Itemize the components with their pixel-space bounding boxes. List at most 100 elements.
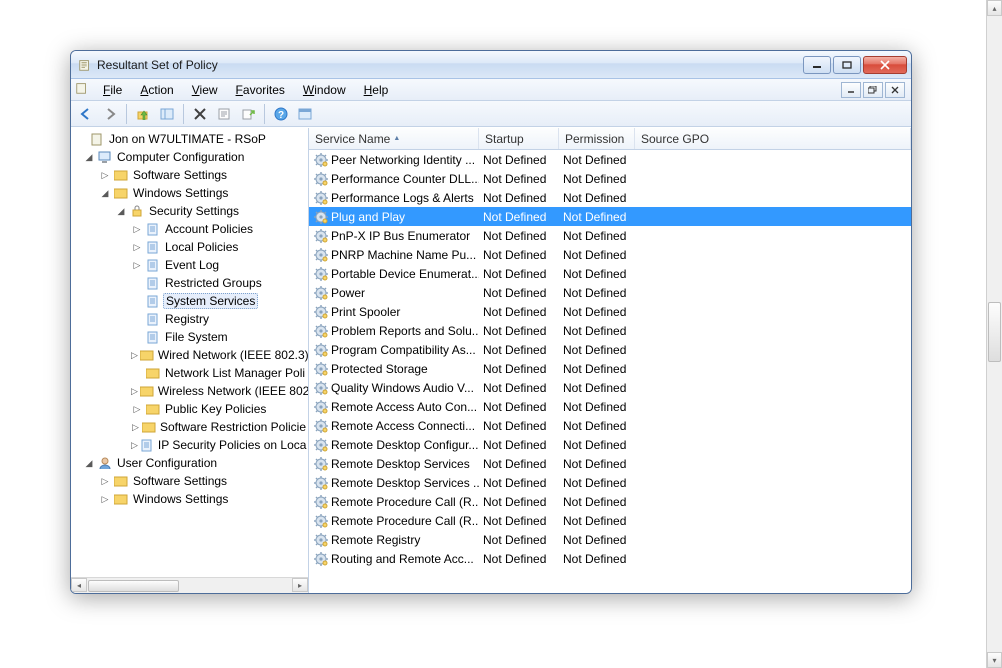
expand-icon[interactable]: ▷ [131, 260, 143, 271]
list-row[interactable]: Problem Reports and Solu...Not DefinedNo… [309, 321, 911, 340]
list-row[interactable]: PnP-X IP Bus EnumeratorNot DefinedNot De… [309, 226, 911, 245]
scroll-up-button[interactable]: ▴ [987, 0, 1002, 16]
list-row[interactable]: Remote Procedure Call (R...Not DefinedNo… [309, 511, 911, 530]
collapse-icon[interactable]: ◢ [83, 152, 95, 163]
collapse-icon[interactable]: ◢ [115, 206, 127, 217]
tree-security-settings[interactable]: ◢ Security Settings [73, 202, 308, 220]
list-row[interactable]: Peer Networking Identity ...Not DefinedN… [309, 150, 911, 169]
tree-item[interactable]: ▷Software Restriction Policie [73, 418, 308, 436]
expand-icon[interactable]: ▷ [131, 386, 138, 397]
tree-item[interactable]: ▷Public Key Policies [73, 400, 308, 418]
toolbar-separator [126, 104, 127, 124]
column-permission[interactable]: Permission [559, 128, 635, 149]
tree-user-config[interactable]: ◢ User Configuration [73, 454, 308, 472]
tree-item[interactable]: ▷IP Security Policies on Loca [73, 436, 308, 454]
mdi-minimize-button[interactable] [841, 82, 861, 98]
list-row[interactable]: Remote Procedure Call (R...Not DefinedNo… [309, 492, 911, 511]
column-startup[interactable]: Startup [479, 128, 559, 149]
tree-computer-config[interactable]: ◢ Computer Configuration [73, 148, 308, 166]
tree-item[interactable]: ▷Local Policies [73, 238, 308, 256]
tree-item[interactable]: System Services [73, 292, 308, 310]
list-row[interactable]: Protected StorageNot DefinedNot Defined [309, 359, 911, 378]
expand-icon[interactable]: ▷ [99, 494, 111, 505]
up-button[interactable] [132, 103, 154, 125]
scroll-down-button[interactable]: ▾ [987, 652, 1002, 668]
help-button[interactable]: ? [270, 103, 292, 125]
column-service-name[interactable]: Service Name▲ [309, 128, 479, 149]
delete-button[interactable] [189, 103, 211, 125]
tree-item[interactable]: Registry [73, 310, 308, 328]
collapse-icon[interactable]: ◢ [99, 188, 111, 199]
list-row[interactable]: PowerNot DefinedNot Defined [309, 283, 911, 302]
expand-icon[interactable]: ▷ [131, 440, 138, 451]
expand-icon[interactable]: ▷ [131, 404, 143, 415]
list-row[interactable]: Program Compatibility As...Not DefinedNo… [309, 340, 911, 359]
menu-view[interactable]: View [184, 81, 226, 99]
tree-item[interactable]: ▷Wired Network (IEEE 802.3) [73, 346, 308, 364]
menu-window[interactable]: Window [295, 81, 354, 99]
close-button[interactable] [863, 56, 907, 74]
list-row[interactable]: Remote Desktop Services ...Not DefinedNo… [309, 473, 911, 492]
list-row[interactable]: Remote RegistryNot DefinedNot Defined [309, 530, 911, 549]
back-button[interactable] [75, 103, 97, 125]
list-row[interactable]: Quality Windows Audio V...Not DefinedNot… [309, 378, 911, 397]
tree-root[interactable]: Jon on W7ULTIMATE - RSoP [73, 130, 308, 148]
column-source-gpo[interactable]: Source GPO [635, 128, 911, 149]
expand-icon[interactable]: ▷ [99, 170, 111, 181]
list-row[interactable]: Performance Counter DLL...Not DefinedNot… [309, 169, 911, 188]
mdi-restore-button[interactable] [863, 82, 883, 98]
tree-item[interactable]: ▷Event Log [73, 256, 308, 274]
list-row[interactable]: Print SpoolerNot DefinedNot Defined [309, 302, 911, 321]
tree-comp-windows[interactable]: ◢ Windows Settings [73, 184, 308, 202]
refresh-button[interactable] [294, 103, 316, 125]
expand-icon[interactable]: ▷ [99, 476, 111, 487]
expand-icon[interactable]: ▷ [131, 350, 138, 361]
mdi-close-button[interactable] [885, 82, 905, 98]
cell-permission: Not Defined [559, 191, 635, 205]
service-name-text: Performance Counter DLL... [331, 172, 479, 186]
expand-icon[interactable]: ▷ [131, 224, 143, 235]
tree-user-software[interactable]: ▷ Software Settings [73, 472, 308, 490]
tree-item[interactable]: File System [73, 328, 308, 346]
list-row[interactable]: Performance Logs & AlertsNot DefinedNot … [309, 188, 911, 207]
export-button[interactable] [237, 103, 259, 125]
list-body[interactable]: Peer Networking Identity ...Not DefinedN… [309, 150, 911, 593]
tree-horizontal-scrollbar[interactable]: ◂ ▸ [71, 577, 308, 593]
maximize-button[interactable] [833, 56, 861, 74]
show-hide-tree-button[interactable] [156, 103, 178, 125]
tree-item[interactable]: ▷Account Policies [73, 220, 308, 238]
tree-user-windows[interactable]: ▷ Windows Settings [73, 490, 308, 508]
list-row[interactable]: Remote Access Auto Con...Not DefinedNot … [309, 397, 911, 416]
list-row[interactable]: Plug and PlayNot DefinedNot Defined [309, 207, 911, 226]
menu-favorites[interactable]: Favorites [228, 81, 293, 99]
collapse-icon[interactable]: ◢ [83, 458, 95, 469]
scroll-track[interactable] [87, 578, 292, 593]
menu-help[interactable]: Help [356, 81, 397, 99]
list-row[interactable]: Routing and Remote Acc...Not DefinedNot … [309, 549, 911, 568]
list-row[interactable]: PNRP Machine Name Pu...Not DefinedNot De… [309, 245, 911, 264]
scroll-thumb[interactable] [88, 580, 179, 592]
list-row[interactable]: Remote Desktop Configur...Not DefinedNot… [309, 435, 911, 454]
expand-icon[interactable]: ▷ [131, 242, 143, 253]
properties-button[interactable] [213, 103, 235, 125]
menu-action[interactable]: Action [132, 81, 181, 99]
forward-button[interactable] [99, 103, 121, 125]
scroll-right-button[interactable]: ▸ [292, 578, 308, 592]
scroll-left-button[interactable]: ◂ [71, 578, 87, 592]
expand-icon[interactable]: ▷ [131, 422, 140, 433]
list-row[interactable]: Remote Desktop ServicesNot DefinedNot De… [309, 454, 911, 473]
tree-comp-software[interactable]: ▷ Software Settings [73, 166, 308, 184]
page-vertical-scrollbar[interactable]: ▴ ▾ [986, 0, 1002, 668]
list-row[interactable]: Remote Access Connecti...Not DefinedNot … [309, 416, 911, 435]
menu-file[interactable]: File [95, 81, 130, 99]
list-row[interactable]: Portable Device Enumerat...Not DefinedNo… [309, 264, 911, 283]
minimize-button[interactable] [803, 56, 831, 74]
scroll-track[interactable] [987, 16, 1002, 652]
tree-item[interactable]: ▷Wireless Network (IEEE 802 [73, 382, 308, 400]
cell-startup: Not Defined [479, 362, 559, 376]
scroll-thumb[interactable] [988, 302, 1001, 362]
tree-item[interactable]: Restricted Groups [73, 274, 308, 292]
titlebar[interactable]: Resultant Set of Policy [71, 51, 911, 79]
tree-item[interactable]: Network List Manager Poli [73, 364, 308, 382]
tree[interactable]: Jon on W7ULTIMATE - RSoP ◢ Computer Conf… [71, 128, 308, 577]
